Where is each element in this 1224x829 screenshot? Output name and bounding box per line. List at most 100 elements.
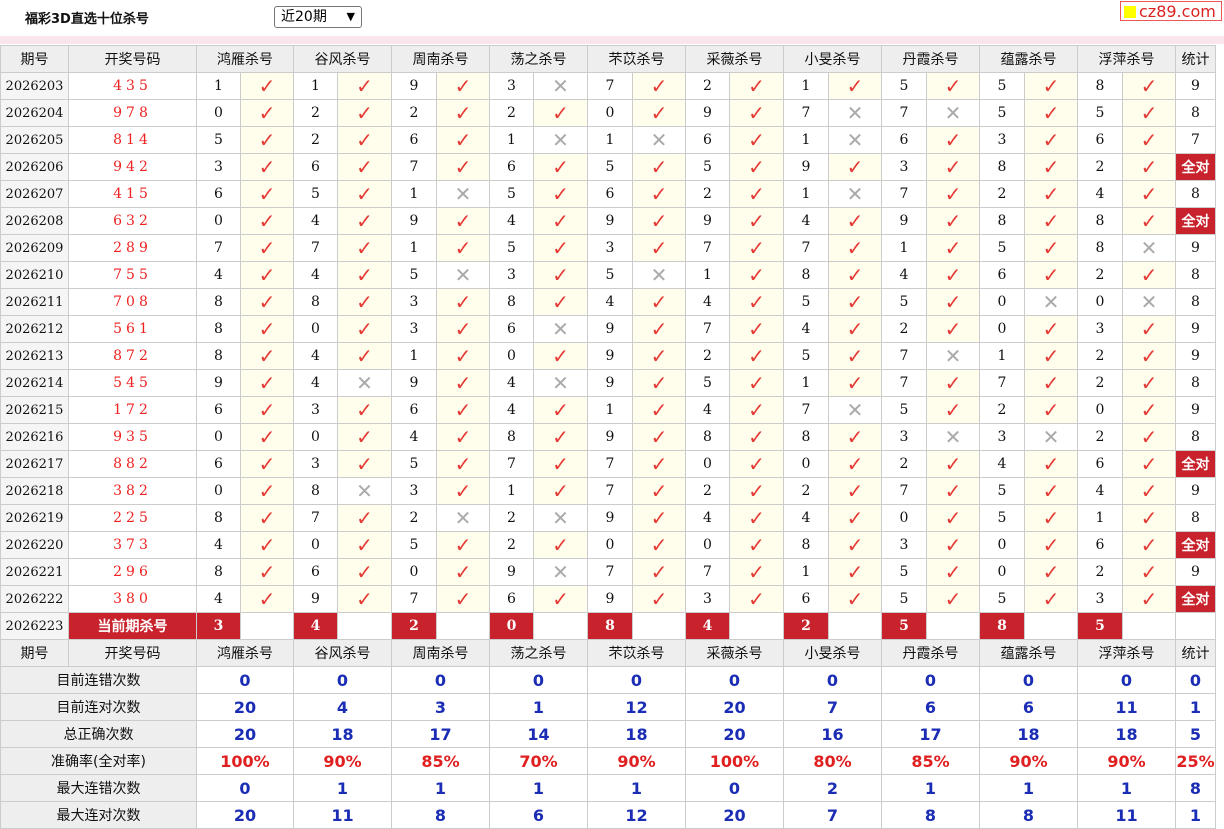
kill-number-cell: 7 [391, 153, 437, 181]
kill-number-cell: 3 [979, 423, 1025, 451]
check-icon: ✓ [1024, 585, 1078, 613]
kill-number-cell: 3 [196, 153, 241, 181]
period-select[interactable]: 近20期 ▼ [274, 6, 362, 28]
kill-number-cell: 4 [685, 504, 730, 532]
kill-number-cell: 2 [1077, 369, 1123, 397]
stats-value: 0 [196, 666, 294, 694]
cross-icon: ✕ [632, 126, 686, 154]
kill-number-cell: 2 [489, 531, 534, 559]
check-icon: ✓ [729, 531, 784, 559]
kill-number-cell: 4 [489, 207, 534, 235]
stats-value: 80% [783, 747, 882, 775]
kill-number-cell: 5 [979, 99, 1025, 127]
table-row: 2026218 382 0 ✓ 8 ✕ 3 ✓ 1 ✓ 7 ✓ 2 ✓ 2 ✓ 7 ✓ 5 ✓ 4 ✓ 9 [0, 477, 1216, 505]
top-bar: 福彩3D直选十位杀号 近20期 ▼ cz89.com [0, 0, 1224, 37]
method-header[interactable]: 鸿雁杀号 [196, 45, 294, 73]
cross-icon: ✕ [533, 504, 588, 532]
kill-number-cell: 1 [391, 234, 437, 262]
stats-value: 3 [391, 693, 490, 721]
kill-number-cell: 4 [391, 423, 437, 451]
check-icon: ✓ [729, 558, 784, 586]
kill-number-cell: 4 [293, 369, 338, 397]
all-correct-badge: 全对 [1175, 450, 1216, 478]
check-icon: ✓ [926, 450, 980, 478]
cross-icon: ✕ [1122, 234, 1176, 262]
stats-total: 1 [1175, 693, 1216, 721]
method-header[interactable]: 采薇杀号 [685, 45, 784, 73]
check-icon: ✓ [729, 126, 784, 154]
kill-number-cell: 8 [489, 288, 534, 316]
empty-cell [926, 612, 980, 640]
kill-number-cell: 8 [979, 207, 1025, 235]
check-icon: ✓ [926, 234, 980, 262]
method-header[interactable]: 谷风杀号 [293, 45, 392, 73]
check-icon: ✓ [240, 288, 294, 316]
check-icon: ✓ [926, 180, 980, 208]
kill-number-cell: 0 [391, 558, 437, 586]
current-kill-number: 5 [1077, 612, 1123, 640]
check-icon: ✓ [1024, 234, 1078, 262]
current-kill-number: 8 [587, 612, 633, 640]
check-icon: ✓ [828, 342, 882, 370]
cross-icon: ✕ [828, 396, 882, 424]
method-header[interactable]: 荡之杀号 [489, 639, 588, 667]
method-header[interactable]: 荡之杀号 [489, 45, 588, 73]
check-icon: ✓ [337, 72, 392, 100]
kill-number-cell: 7 [196, 234, 241, 262]
kill-number-cell: 4 [293, 261, 338, 289]
check-icon: ✓ [729, 450, 784, 478]
method-header[interactable]: 浮萍杀号 [1077, 45, 1176, 73]
cross-icon: ✕ [533, 72, 588, 100]
stats-value: 1 [587, 774, 686, 802]
method-header[interactable]: 小旻杀号 [783, 639, 882, 667]
method-header[interactable]: 浮萍杀号 [1077, 639, 1176, 667]
check-icon: ✓ [926, 477, 980, 505]
check-icon: ✓ [729, 477, 784, 505]
stats-value: 90% [587, 747, 686, 775]
method-header[interactable]: 谷风杀号 [293, 639, 392, 667]
stats-value: 11 [293, 801, 392, 829]
check-icon: ✓ [1024, 180, 1078, 208]
table-row: 2026215 172 6 ✓ 3 ✓ 6 ✓ 4 ✓ 1 ✓ 4 ✓ 7 ✕ 5 ✓ 2 ✓ 0 ✓ 9 [0, 396, 1216, 424]
stats-row: 总正确次数 20 18 17 14 18 20 16 17 18 18 5 [0, 720, 1216, 748]
check-icon: ✓ [533, 531, 588, 559]
kill-number-cell: 9 [685, 99, 730, 127]
kill-number-cell: 3 [881, 423, 927, 451]
issue-cell: 2026208 [0, 207, 69, 235]
check-icon: ✓ [533, 99, 588, 127]
method-header[interactable]: 鸿雁杀号 [196, 639, 294, 667]
check-icon: ✓ [1122, 126, 1176, 154]
kill-number-cell: 1 [881, 234, 927, 262]
method-header[interactable]: 周南杀号 [391, 45, 490, 73]
method-header[interactable]: 蕴露杀号 [979, 639, 1078, 667]
kill-number-cell: 9 [881, 207, 927, 235]
issue-cell: 2026216 [0, 423, 69, 451]
check-icon: ✓ [533, 180, 588, 208]
check-icon: ✓ [828, 288, 882, 316]
draw-number-cell: 225 [68, 504, 197, 532]
kill-number-cell: 7 [587, 450, 633, 478]
method-header[interactable]: 丹霞杀号 [881, 639, 980, 667]
method-header[interactable]: 周南杀号 [391, 639, 490, 667]
method-header[interactable]: 芣苡杀号 [587, 45, 686, 73]
method-header[interactable]: 小旻杀号 [783, 45, 882, 73]
cross-icon: ✕ [1122, 288, 1176, 316]
method-header[interactable]: 芣苡杀号 [587, 639, 686, 667]
kill-number-cell: 5 [489, 180, 534, 208]
kill-number-cell: 4 [685, 288, 730, 316]
empty-cell [1122, 612, 1176, 640]
stats-label: 目前连对次数 [0, 693, 197, 721]
check-icon: ✓ [926, 315, 980, 343]
method-header[interactable]: 采薇杀号 [685, 639, 784, 667]
check-icon: ✓ [1122, 315, 1176, 343]
stats-label: 总正确次数 [0, 720, 197, 748]
total-cell: 9 [1175, 342, 1216, 370]
method-header[interactable]: 丹霞杀号 [881, 45, 980, 73]
chevron-down-icon: ▼ [346, 10, 355, 23]
kill-number-cell: 2 [685, 342, 730, 370]
check-icon: ✓ [240, 504, 294, 532]
cross-icon: ✕ [828, 99, 882, 127]
site-logo[interactable]: cz89.com [1120, 1, 1222, 21]
total-cell: 9 [1175, 234, 1216, 262]
method-header[interactable]: 蕴露杀号 [979, 45, 1078, 73]
